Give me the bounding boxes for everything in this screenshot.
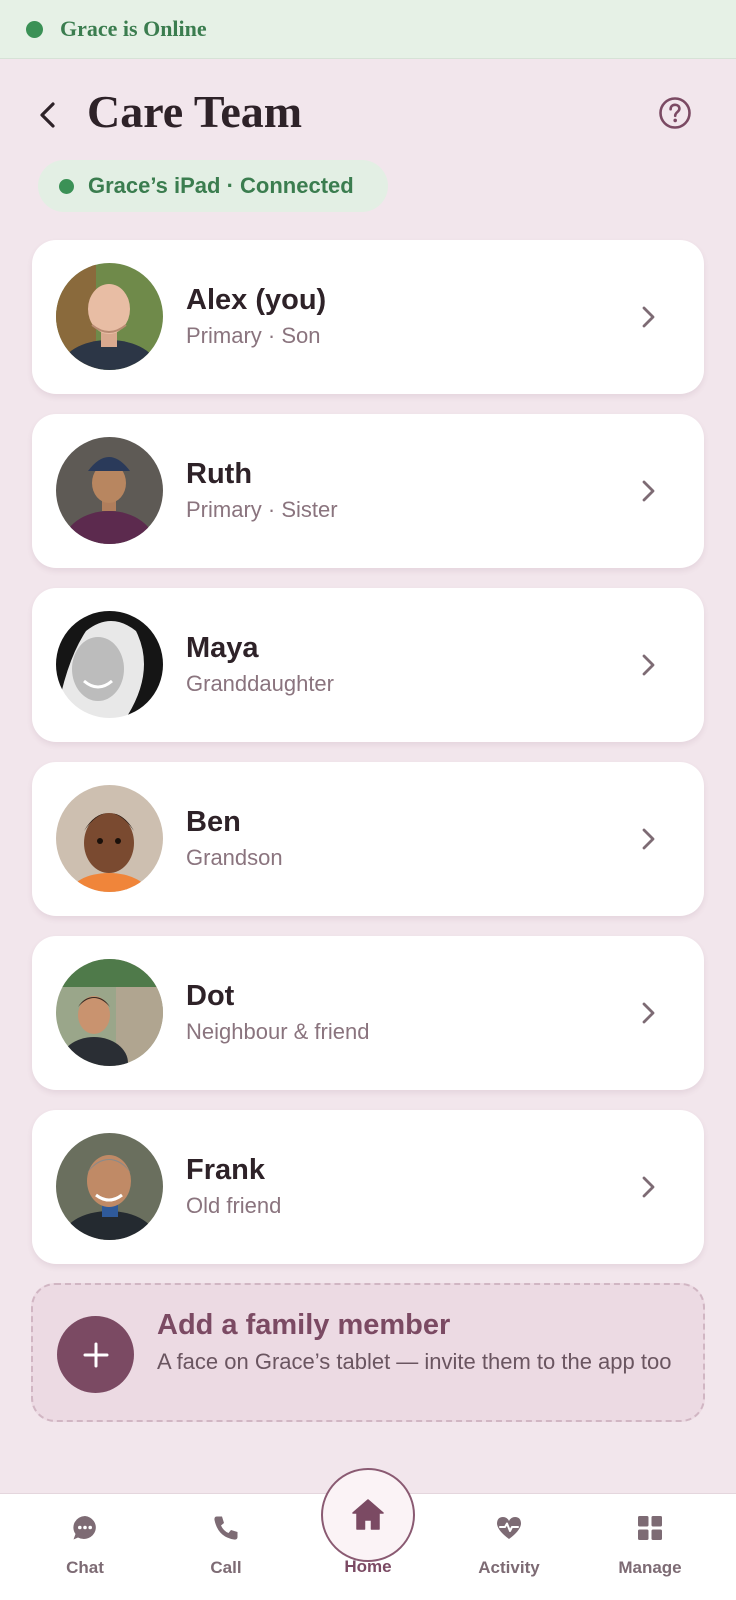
chevron-right-icon bbox=[642, 654, 655, 676]
avatar bbox=[56, 959, 163, 1066]
chevron-right-icon bbox=[642, 828, 655, 850]
member-name: Ruth bbox=[186, 458, 253, 490]
tab-manage[interactable]: Manage bbox=[590, 1494, 710, 1600]
chevron-right-icon bbox=[642, 480, 655, 502]
add-member-subtitle: A face on Grace’s tablet — invite them t… bbox=[157, 1349, 672, 1374]
member-name: Alex (you) bbox=[186, 284, 327, 316]
avatar bbox=[56, 263, 163, 370]
member-role: Primary · Sister bbox=[186, 497, 338, 522]
tab-label: Manage bbox=[618, 1558, 682, 1577]
heart-pulse-icon bbox=[497, 1517, 521, 1539]
avatar bbox=[56, 611, 163, 718]
chevron-left-icon bbox=[40, 102, 55, 128]
tab-call[interactable]: Call bbox=[166, 1494, 286, 1600]
tab-chat[interactable]: Chat bbox=[25, 1494, 145, 1600]
avatar bbox=[56, 437, 163, 544]
member-name: Maya bbox=[186, 632, 259, 664]
online-indicator-icon bbox=[26, 20, 43, 38]
status-bar: Grace is Online bbox=[0, 0, 736, 59]
grid-icon bbox=[638, 1516, 662, 1540]
online-status-text: Grace is Online bbox=[60, 16, 207, 41]
plus-icon bbox=[83, 1342, 108, 1367]
phone-icon bbox=[214, 1516, 238, 1540]
member-name: Frank bbox=[186, 1154, 265, 1186]
member-role: Neighbour & friend bbox=[186, 1019, 370, 1044]
avatar bbox=[56, 1133, 163, 1240]
member-card-ruth[interactable]: Ruth Primary · Sister bbox=[32, 414, 704, 568]
member-card-frank[interactable]: Frank Old friend bbox=[32, 1110, 704, 1264]
tab-label: Activity bbox=[478, 1558, 540, 1577]
connected-indicator-icon bbox=[59, 178, 74, 194]
tab-label-home[interactable]: Home bbox=[308, 1557, 428, 1577]
tab-home[interactable] bbox=[321, 1468, 415, 1562]
member-card-alex[interactable]: Alex (you) Primary · Son bbox=[32, 240, 704, 394]
chat-bubble-icon bbox=[73, 1516, 96, 1540]
add-circle bbox=[57, 1316, 134, 1393]
home-icon bbox=[352, 1499, 384, 1530]
tab-activity[interactable]: Activity bbox=[449, 1494, 569, 1600]
member-card-ben[interactable]: Ben Grandson bbox=[32, 762, 704, 916]
member-card-dot[interactable]: Dot Neighbour & friend bbox=[32, 936, 704, 1090]
back-button[interactable] bbox=[32, 98, 66, 132]
member-role: Old friend bbox=[186, 1193, 282, 1218]
device-status-badge: Grace’s iPad · Connected bbox=[38, 160, 388, 212]
member-role: Granddaughter bbox=[186, 671, 334, 696]
page-title: Care Team bbox=[87, 86, 303, 137]
chevron-right-icon bbox=[642, 306, 655, 328]
tab-label: Call bbox=[210, 1558, 242, 1577]
chevron-right-icon bbox=[642, 1176, 655, 1198]
tab-label: Chat bbox=[66, 1558, 104, 1577]
question-circle-icon bbox=[659, 97, 691, 129]
member-name: Ben bbox=[186, 806, 241, 838]
page-header: Care Team bbox=[0, 80, 736, 150]
member-name: Dot bbox=[186, 980, 235, 1012]
member-role: Primary · Son bbox=[186, 323, 321, 348]
help-button[interactable] bbox=[658, 96, 692, 130]
device-status-text: Grace’s iPad · Connected bbox=[88, 173, 354, 198]
avatar bbox=[56, 785, 163, 892]
member-role: Grandson bbox=[186, 845, 283, 870]
member-card-maya[interactable]: Maya Granddaughter bbox=[32, 588, 704, 742]
add-family-member-button[interactable]: Add a family member A face on Grace’s ta… bbox=[31, 1283, 705, 1422]
chevron-right-icon bbox=[642, 1002, 655, 1024]
add-member-title: Add a family member bbox=[157, 1309, 451, 1341]
